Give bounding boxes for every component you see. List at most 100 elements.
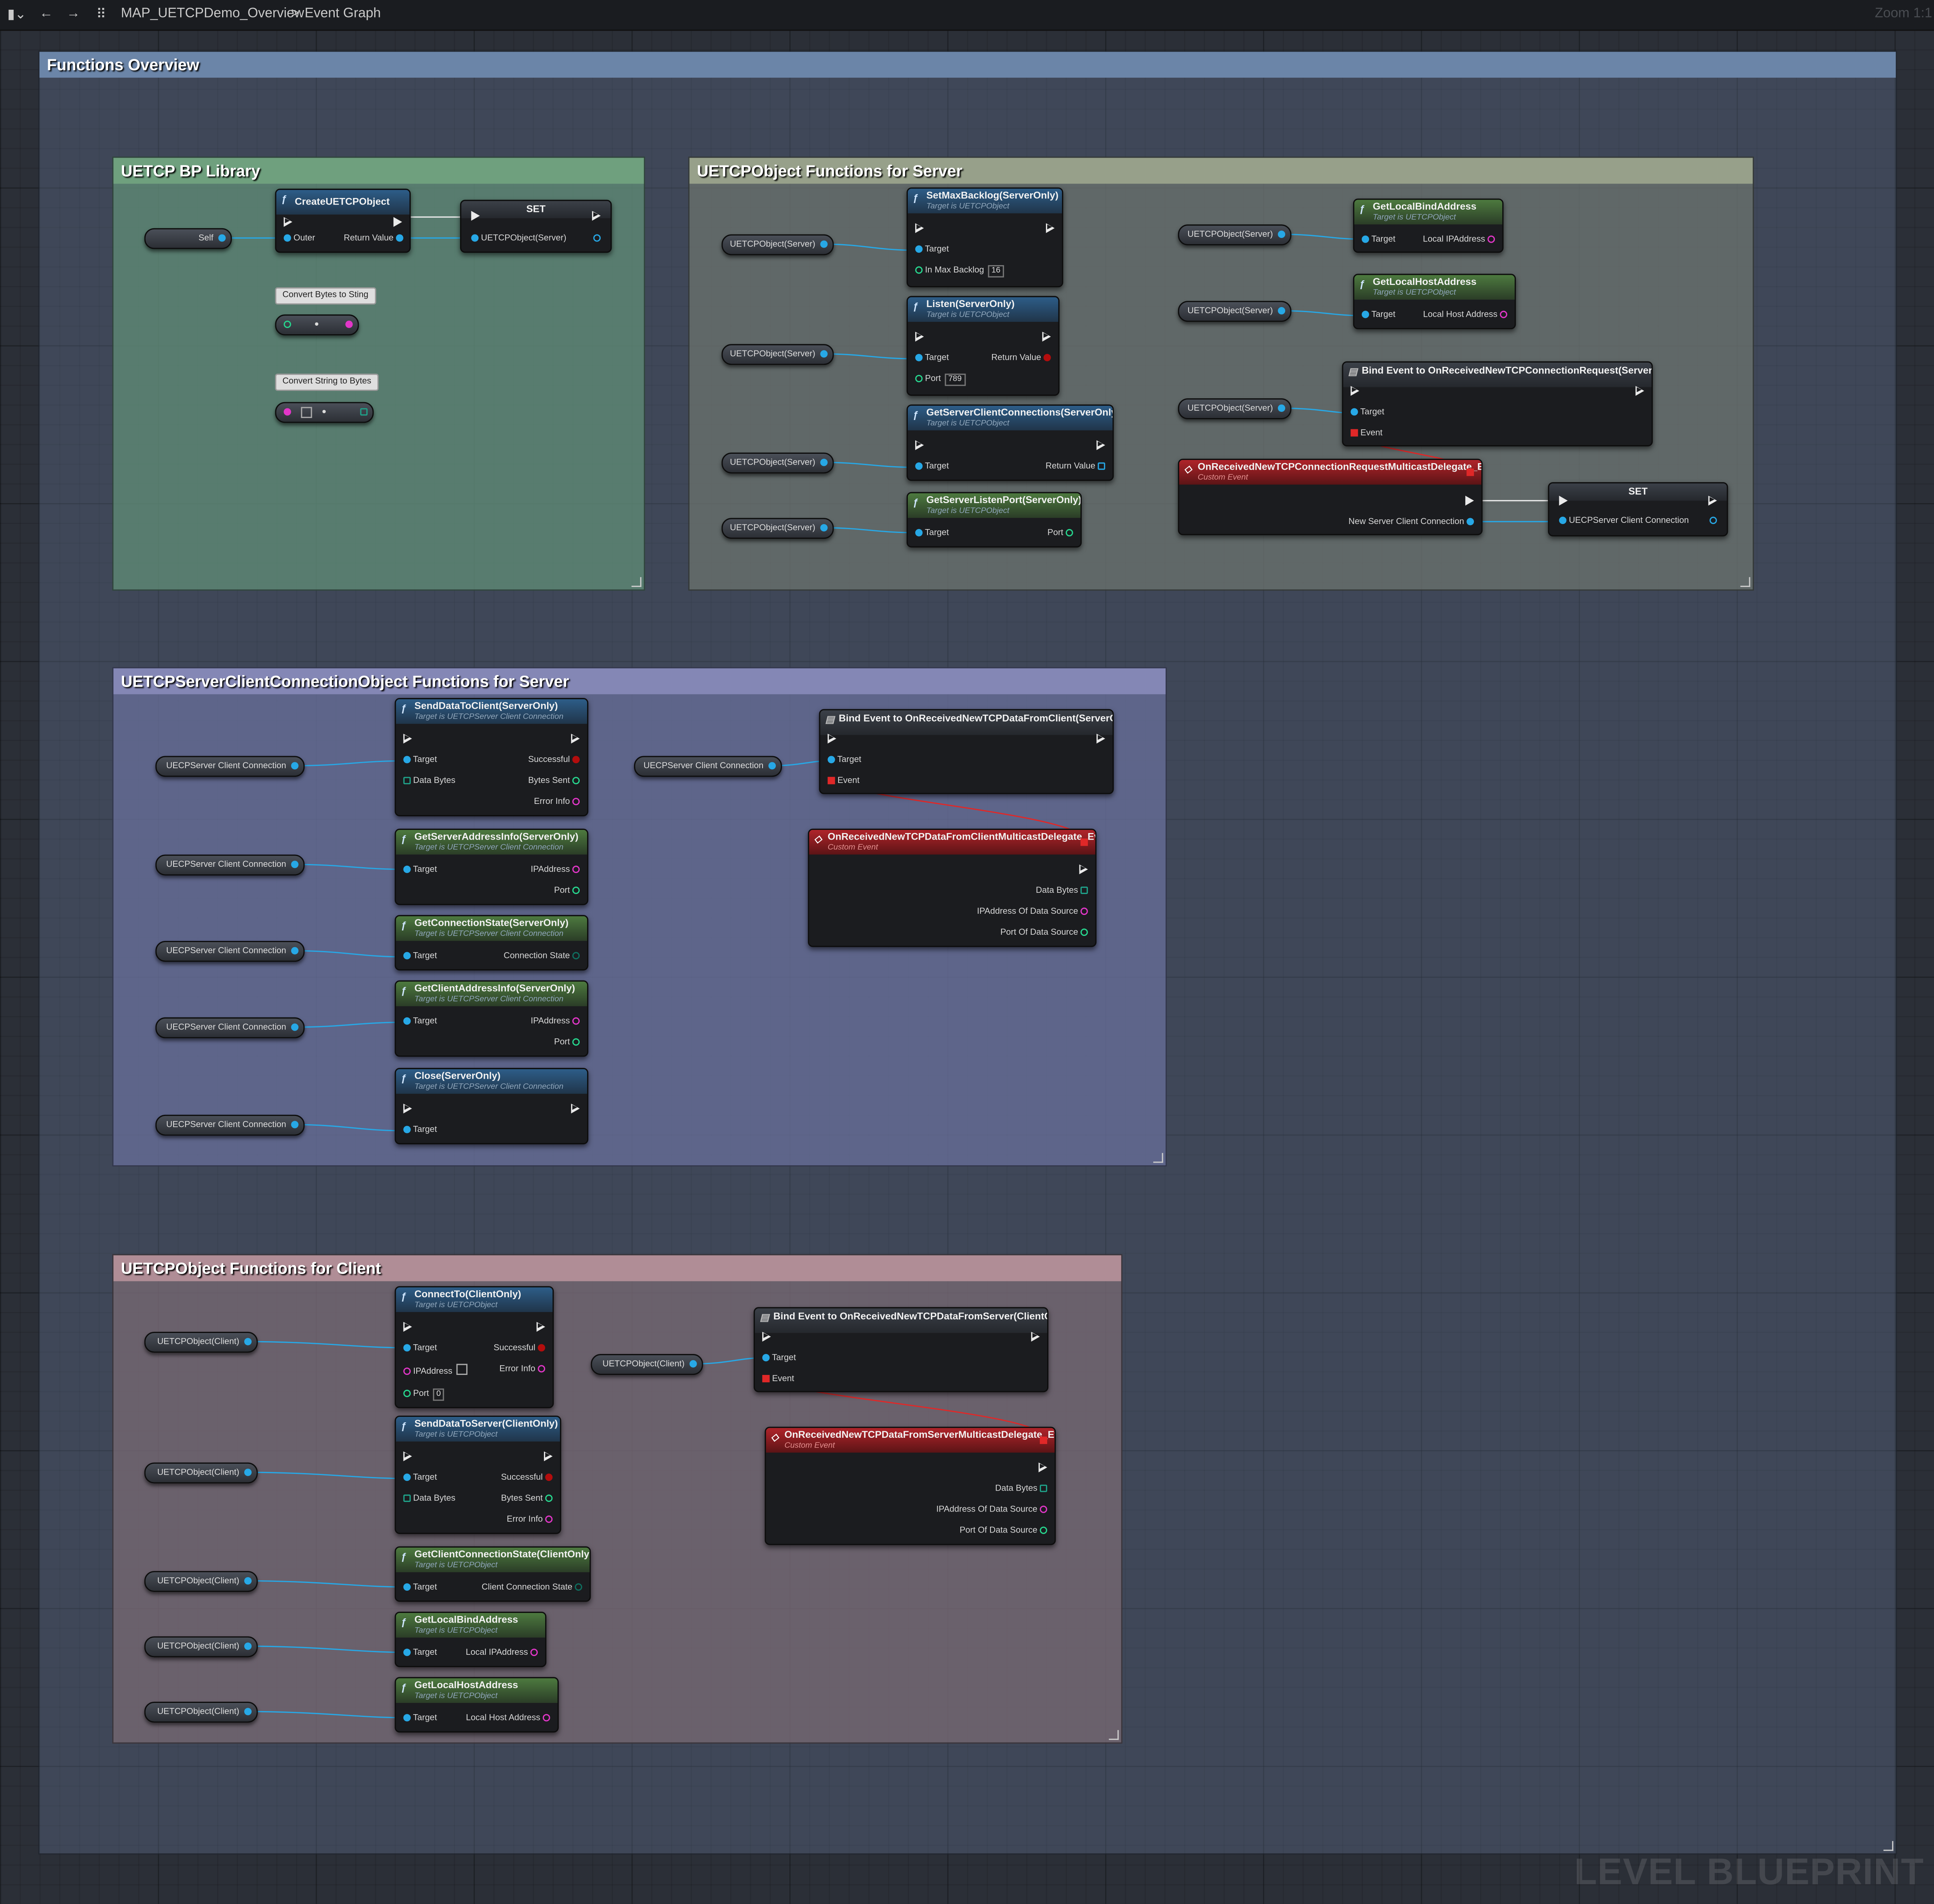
get-server-address-info-node[interactable]: ƒ GetServerAddressInfo(ServerOnly) Target … [394, 828, 589, 905]
exec-out-pin[interactable] [1096, 734, 1105, 746]
object-pin[interactable] [244, 1577, 252, 1585]
client-get-local-host-address-node[interactable]: ƒ GetLocalHostAddress Target is UETCPObjec… [394, 1677, 559, 1733]
exec-out-pin[interactable] [1079, 864, 1088, 877]
server-object-variable[interactable]: UETCPObject(Server) [1178, 398, 1292, 420]
target-pin[interactable]: Target [762, 1353, 796, 1365]
exec-in-pin[interactable] [915, 440, 924, 453]
port-pin[interactable]: Port [554, 1037, 580, 1050]
target-pin[interactable]: Target [403, 1582, 437, 1595]
server-object-variable[interactable]: UETCPObject(Server) [1178, 224, 1292, 246]
local-ip-pin[interactable]: Local IPAddress [1423, 234, 1495, 247]
value-pin[interactable]: UETCPObject(Server) [471, 233, 566, 245]
resize-grip[interactable] [631, 577, 641, 587]
input-box[interactable] [301, 407, 312, 418]
breadcrumb-map[interactable]: MAP_UETCPDemo_Overview [121, 6, 304, 21]
local-ip-pin[interactable]: Local IPAddress [466, 1647, 538, 1660]
data-bytes-pin[interactable]: Data Bytes [995, 1484, 1048, 1496]
max-backlog-input[interactable]: 16 [987, 265, 1004, 278]
connect-to-node[interactable]: ƒ ConnectTo(ClientOnly) Target is UETCPObj… [394, 1286, 554, 1408]
resize-grip[interactable] [1153, 1153, 1163, 1163]
target-pin[interactable]: Target [1362, 309, 1395, 322]
target-pin[interactable]: Target [403, 1016, 437, 1029]
self-variable[interactable]: Self [144, 228, 232, 249]
target-pin[interactable]: Target [915, 353, 949, 365]
object-pin[interactable] [1278, 231, 1286, 238]
target-pin[interactable]: Target [915, 461, 949, 474]
local-host-pin[interactable]: Local Host Address [466, 1713, 550, 1725]
exec-out-pin[interactable] [571, 1104, 580, 1116]
object-pin[interactable] [820, 350, 828, 358]
exec-out-pin[interactable] [1096, 440, 1105, 453]
event-pin[interactable]: Event [1350, 428, 1383, 440]
server-object-variable[interactable]: UETCPObject(Server) [721, 518, 834, 539]
exec-out-pin[interactable] [1038, 1462, 1048, 1475]
back-arrow-icon[interactable]: ← [40, 6, 53, 21]
server-object-variable[interactable]: UETCPObject(Server) [721, 452, 834, 474]
port-input[interactable]: 0 [433, 1388, 445, 1401]
connection-variable[interactable]: UECPServer Client Connection [155, 756, 305, 777]
connection-variable[interactable]: UECPServer Client Connection [155, 854, 305, 876]
target-pin[interactable]: Target [403, 1125, 437, 1137]
target-pin[interactable]: Target [403, 1713, 437, 1725]
breadcrumb-graph[interactable]: Event Graph [305, 6, 381, 21]
exec-in-pin[interactable] [827, 734, 836, 746]
target-pin[interactable]: Target [915, 244, 949, 257]
delegate-pin[interactable] [1080, 838, 1088, 846]
object-pin[interactable] [244, 1468, 252, 1476]
client-object-variable[interactable]: UETCPObject(Client) [144, 1571, 258, 1592]
ip-address-pin[interactable]: IPAddress [403, 1364, 467, 1376]
close-node[interactable]: ƒ Close(ServerOnly) Target is UETCPServer … [394, 1068, 589, 1144]
bind-data-from-server-node[interactable]: ▤ Bind Event to OnReceivedNewTCPDataFromS… [753, 1307, 1049, 1392]
value-out-pin[interactable] [593, 233, 601, 245]
successful-pin[interactable]: Successful [528, 755, 580, 767]
connection-variable[interactable]: UECPServer Client Connection [634, 756, 782, 777]
successful-pin[interactable]: Successful [493, 1343, 546, 1355]
exec-out-pin[interactable] [1046, 223, 1055, 236]
get-local-bind-address-node[interactable]: ƒ GetLocalBindAddress Target is UETCPObjec… [1353, 198, 1504, 253]
ip-source-pin[interactable]: IPAddress Of Data Source [977, 906, 1088, 919]
client-object-variable[interactable]: UETCPObject(Client) [144, 1462, 258, 1484]
event-pin[interactable]: Event [762, 1374, 794, 1386]
local-host-pin[interactable]: Local Host Address [1423, 309, 1507, 322]
target-pin[interactable]: Target [1362, 234, 1395, 247]
exec-in-pin[interactable] [1350, 386, 1359, 398]
exec-in-pin[interactable] [283, 217, 292, 229]
target-pin[interactable]: Target [403, 864, 437, 877]
bytes-sent-pin[interactable]: Bytes Sent [501, 1493, 553, 1506]
object-pin[interactable] [244, 1338, 252, 1345]
target-pin[interactable]: Target [403, 1343, 437, 1355]
create-uetcp-object-node[interactable]: ƒ CreateUETCPObject Outer Return Value [275, 189, 411, 253]
connection-request-custom-event-node[interactable]: ◇ OnReceivedNewTCPConnectionRequestMultic… [1178, 458, 1483, 535]
server-object-variable[interactable]: UETCPObject(Server) [721, 234, 834, 255]
client-object-variable[interactable]: UETCPObject(Client) [144, 1701, 258, 1723]
ip-address-pin[interactable]: IPAddress [531, 1016, 580, 1029]
port-source-pin[interactable]: Port Of Data Source [960, 1526, 1048, 1538]
exec-in-pin[interactable] [403, 734, 412, 746]
server-object-variable[interactable]: UETCPObject(Server) [721, 344, 834, 365]
set-max-backlog-node[interactable]: ƒ SetMaxBacklog(ServerOnly) Target is UETC… [906, 187, 1063, 288]
exec-in-pin[interactable] [403, 1104, 412, 1116]
exec-in-pin[interactable] [403, 1451, 412, 1464]
get-server-listen-port-node[interactable]: ƒ GetServerListenPort(ServerOnly) Target i… [906, 492, 1082, 548]
target-pin[interactable]: Target [1350, 407, 1384, 419]
object-pin[interactable] [291, 1121, 299, 1128]
forward-arrow-icon[interactable]: → [67, 6, 80, 21]
object-pin[interactable] [291, 762, 299, 770]
string-out-pin[interactable] [345, 320, 353, 328]
resize-grip[interactable] [1883, 1841, 1894, 1851]
event-pin[interactable]: Event [827, 776, 860, 788]
object-pin[interactable] [820, 240, 828, 248]
data-bytes-pin[interactable]: Data Bytes [403, 1493, 455, 1506]
resize-grip[interactable] [1109, 1730, 1119, 1740]
exec-in-pin[interactable] [403, 1322, 412, 1334]
error-info-pin[interactable]: Error Info [499, 1364, 546, 1376]
client-object-variable[interactable]: UETCPObject(Client) [144, 1331, 258, 1353]
object-pin[interactable] [689, 1360, 697, 1368]
exec-out-pin[interactable] [1635, 386, 1644, 398]
return-value-pin[interactable]: Return Value [344, 233, 403, 245]
set-connection-node[interactable]: SET UECPServer Client Connection [1548, 482, 1728, 536]
data-from-client-custom-event-node[interactable]: ◇ OnReceivedNewTCPDataFromClientMulticast… [808, 828, 1097, 947]
object-pin[interactable] [768, 762, 776, 770]
target-pin[interactable]: Target [403, 1472, 437, 1485]
value-pin[interactable]: UECPServer Client Connection [1559, 515, 1689, 528]
